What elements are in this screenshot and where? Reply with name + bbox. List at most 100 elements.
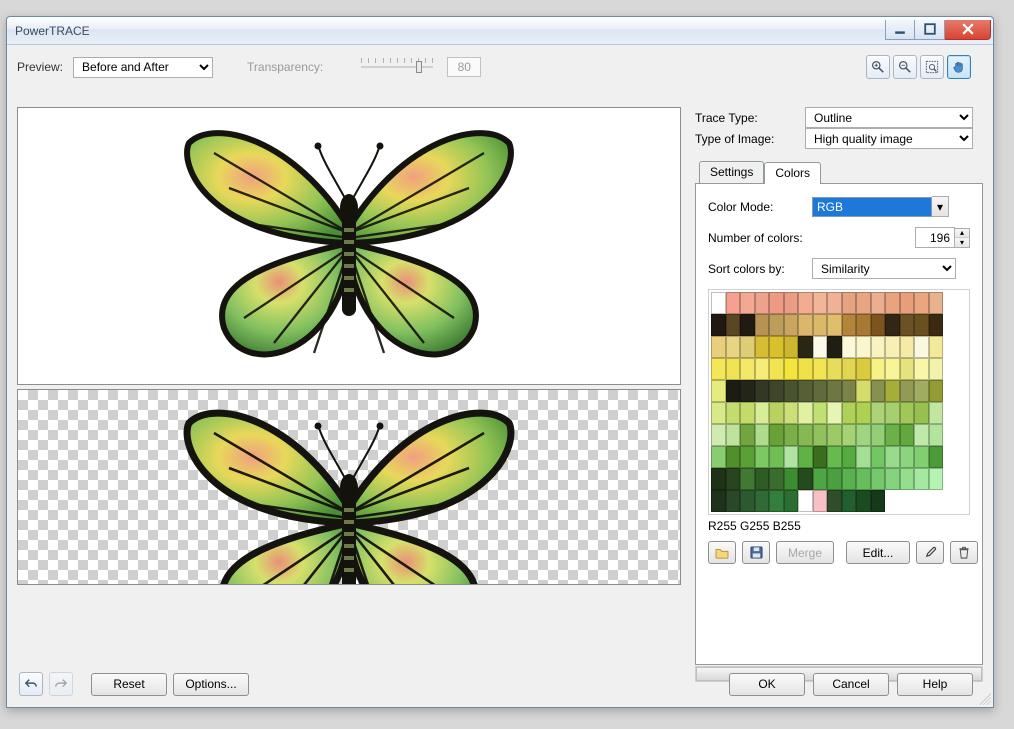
color-swatch[interactable] [711, 358, 726, 380]
maximize-button[interactable] [915, 20, 945, 40]
color-swatch[interactable] [813, 292, 828, 314]
color-swatch[interactable] [711, 424, 726, 446]
color-swatch[interactable] [871, 402, 886, 424]
preview-after[interactable] [17, 389, 681, 585]
color-swatch[interactable] [827, 402, 842, 424]
color-swatch[interactable] [726, 402, 741, 424]
color-swatch[interactable] [711, 490, 726, 512]
color-swatch[interactable] [929, 380, 944, 402]
color-swatch[interactable] [827, 380, 842, 402]
color-swatch[interactable] [856, 446, 871, 468]
color-swatch[interactable] [798, 380, 813, 402]
ok-button[interactable]: OK [729, 673, 805, 696]
color-swatch[interactable] [755, 292, 770, 314]
color-swatch[interactable] [856, 424, 871, 446]
color-swatch[interactable] [842, 446, 857, 468]
color-swatch[interactable] [784, 380, 799, 402]
color-swatch[interactable] [856, 402, 871, 424]
color-swatch[interactable] [740, 490, 755, 512]
color-swatch[interactable] [726, 314, 741, 336]
color-swatch[interactable] [784, 424, 799, 446]
color-swatch[interactable] [842, 380, 857, 402]
color-swatch[interactable] [813, 468, 828, 490]
color-swatch[interactable] [726, 358, 741, 380]
color-swatch[interactable] [769, 314, 784, 336]
color-swatch[interactable] [769, 490, 784, 512]
color-swatch[interactable] [871, 468, 886, 490]
color-swatch[interactable] [755, 490, 770, 512]
color-swatch[interactable] [900, 468, 915, 490]
color-swatch[interactable] [842, 490, 857, 512]
color-swatch[interactable] [827, 446, 842, 468]
color-swatch[interactable] [769, 424, 784, 446]
color-swatch[interactable] [798, 336, 813, 358]
color-swatch[interactable] [755, 446, 770, 468]
color-swatch[interactable] [813, 424, 828, 446]
color-swatch[interactable] [798, 314, 813, 336]
color-swatch[interactable] [885, 314, 900, 336]
minimize-button[interactable] [885, 20, 915, 40]
color-swatch[interactable] [711, 336, 726, 358]
color-swatch[interactable] [885, 358, 900, 380]
tab-settings[interactable]: Settings [699, 161, 764, 183]
color-swatch[interactable] [784, 292, 799, 314]
color-swatch[interactable] [769, 380, 784, 402]
color-swatch[interactable] [856, 490, 871, 512]
color-swatches[interactable] [708, 289, 970, 515]
help-button[interactable]: Help [897, 673, 973, 696]
color-swatch[interactable] [726, 446, 741, 468]
color-swatch[interactable] [929, 358, 944, 380]
color-swatch[interactable] [813, 336, 828, 358]
color-swatch[interactable] [769, 292, 784, 314]
color-swatch[interactable] [798, 292, 813, 314]
color-swatch[interactable] [755, 358, 770, 380]
color-swatch[interactable] [929, 314, 944, 336]
color-swatch[interactable] [929, 446, 944, 468]
color-swatch[interactable] [914, 446, 929, 468]
color-swatch[interactable] [740, 358, 755, 380]
color-swatch[interactable] [711, 314, 726, 336]
color-swatch[interactable] [813, 380, 828, 402]
color-swatch[interactable] [740, 292, 755, 314]
color-swatch[interactable] [885, 292, 900, 314]
color-swatch[interactable] [871, 358, 886, 380]
color-swatch[interactable] [784, 336, 799, 358]
color-swatch[interactable] [842, 402, 857, 424]
resize-grip[interactable] [979, 693, 991, 705]
color-swatch[interactable] [711, 402, 726, 424]
redo-button[interactable] [49, 672, 73, 696]
color-swatch[interactable] [856, 292, 871, 314]
color-swatch[interactable] [842, 424, 857, 446]
color-swatch[interactable] [769, 358, 784, 380]
options-button[interactable]: Options... [173, 673, 249, 696]
color-swatch[interactable] [842, 336, 857, 358]
color-swatch[interactable] [856, 468, 871, 490]
color-swatch[interactable] [798, 358, 813, 380]
color-swatch[interactable] [914, 468, 929, 490]
color-swatch[interactable] [827, 336, 842, 358]
color-swatch[interactable] [856, 380, 871, 402]
color-swatch[interactable] [755, 380, 770, 402]
color-swatch[interactable] [885, 402, 900, 424]
color-swatch[interactable] [798, 402, 813, 424]
open-palette-button[interactable] [708, 541, 736, 564]
color-swatch[interactable] [769, 468, 784, 490]
color-swatch[interactable] [885, 380, 900, 402]
color-swatch[interactable] [842, 468, 857, 490]
color-swatch[interactable] [711, 446, 726, 468]
color-swatch[interactable] [871, 314, 886, 336]
color-swatch[interactable] [755, 314, 770, 336]
color-swatch[interactable] [871, 424, 886, 446]
reset-button[interactable]: Reset [91, 673, 167, 696]
preview-before[interactable] [17, 107, 681, 385]
color-swatch[interactable] [885, 468, 900, 490]
color-swatch[interactable] [856, 314, 871, 336]
color-swatch[interactable] [769, 446, 784, 468]
color-swatch[interactable] [769, 402, 784, 424]
color-swatch[interactable] [929, 468, 944, 490]
color-swatch[interactable] [726, 424, 741, 446]
color-swatch[interactable] [929, 424, 944, 446]
color-swatch[interactable] [798, 446, 813, 468]
color-swatch[interactable] [914, 424, 929, 446]
color-swatch[interactable] [929, 402, 944, 424]
